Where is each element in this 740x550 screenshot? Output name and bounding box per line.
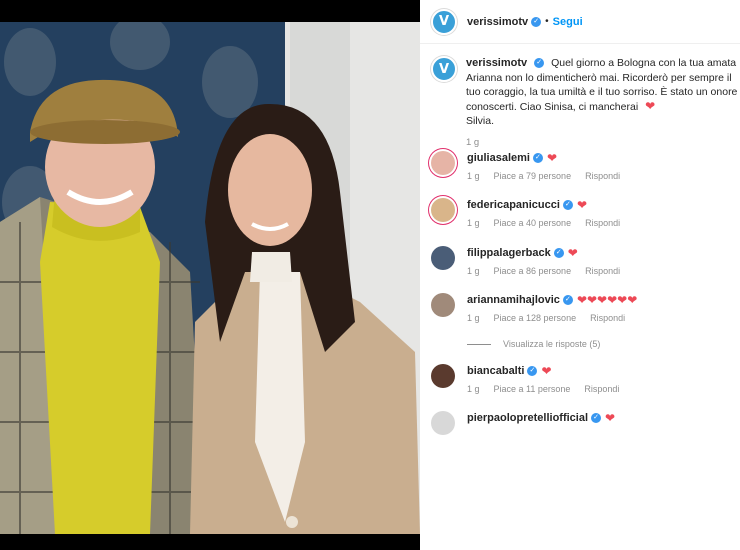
view-replies-link[interactable]: Visualizza le risposte (5) <box>467 339 600 349</box>
comment-username[interactable]: biancabalti <box>467 365 524 377</box>
comment-time[interactable]: 1 g <box>467 266 480 276</box>
post-photo[interactable] <box>0 22 420 534</box>
comment-likes[interactable]: Piace a 40 persone <box>494 218 572 228</box>
comment-time[interactable]: 1 g <box>467 171 480 181</box>
reply-button[interactable]: Rispondi <box>585 171 620 181</box>
comment-time[interactable]: 1 g <box>467 313 480 323</box>
comment-avatar[interactable] <box>431 246 455 270</box>
brand-logo-letter: V <box>438 61 450 77</box>
comment-avatar[interactable] <box>431 293 455 317</box>
heart-icon: ❤ <box>541 364 552 378</box>
comment-likes[interactable]: Piace a 11 persone <box>494 384 571 394</box>
verified-badge-icon: ✓ <box>562 200 573 210</box>
verified-badge-icon: ✓ <box>534 58 545 69</box>
comment-likes[interactable]: Piace a 128 persone <box>494 313 577 323</box>
verified-badge-icon: ✓ <box>531 16 542 27</box>
heart-icon: ❤ <box>546 151 558 165</box>
comment-likes[interactable]: Piace a 79 persone <box>494 171 572 181</box>
heart-icon: ❤ <box>576 198 587 212</box>
brand-logo-letter: V <box>438 14 450 29</box>
comment-username[interactable]: pierpaolopretelliofficial <box>467 412 588 424</box>
account-username[interactable]: verissimotv <box>467 16 528 28</box>
comment-username[interactable]: ariannamihajlovic <box>467 294 560 306</box>
caption-username[interactable]: verissimotv <box>466 57 527 69</box>
verified-badge-icon: ✓ <box>527 366 538 376</box>
verified-badge-icon: ✓ <box>553 248 564 258</box>
replies-divider <box>467 343 491 345</box>
comment-username[interactable]: giuliasalemi <box>467 152 530 164</box>
caption-avatar[interactable]: V <box>431 56 457 82</box>
verified-badge-icon: ✓ <box>591 413 602 423</box>
heart-icon: ❤ <box>567 246 578 260</box>
caption-text-block: verissimotv ✓ Quel giorno a Bologna con l… <box>466 56 740 129</box>
post-media-area <box>0 0 420 550</box>
comment-meta: 1 g Piace a 79 persone Rispondi <box>467 171 620 181</box>
reply-button[interactable]: Rispondi <box>584 384 619 394</box>
comment-meta: 1 g Piace a 128 persone Rispondi <box>467 313 637 323</box>
comment-item: filippalagerback ✓ ❤ 1 g Piace a 86 person… <box>431 246 740 276</box>
follow-button[interactable]: Segui <box>553 16 583 28</box>
caption-signature: Silvia. <box>466 115 495 127</box>
comment-avatar[interactable] <box>431 198 455 222</box>
comment-item: ariannamihajlovic ✓ ❤❤❤❤❤❤ 1 g Piace a 128… <box>431 293 740 323</box>
comment-item: pierpaolopretelliofficial ✓ ❤ <box>431 411 740 435</box>
verified-badge-icon: ✓ <box>532 153 543 163</box>
comment-item: federicapanicucci ✓ ❤ 1 g Piace a 40 perso… <box>431 198 740 228</box>
comment-item: giuliasalemi ✓ ❤ 1 g Piace a 79 persone Ri… <box>431 151 740 181</box>
comment-username[interactable]: federicapanicucci <box>467 199 560 211</box>
caption-time[interactable]: 1 g <box>466 137 740 148</box>
comment-item: biancabalti ✓ ❤ 1 g Piace a 11 persone Ris… <box>431 364 740 394</box>
comment-meta: 1 g Piace a 40 persone Rispondi <box>467 218 620 228</box>
heart-icon: ❤ <box>645 98 656 113</box>
view-replies-label: Visualizza le risposte (5) <box>503 339 601 349</box>
comment-likes[interactable]: Piace a 86 persone <box>494 266 572 276</box>
comment-avatar[interactable] <box>431 364 455 388</box>
comment-avatar[interactable] <box>431 151 455 175</box>
comment-meta: 1 g Piace a 11 persone Rispondi <box>467 384 619 394</box>
comment-time[interactable]: 1 g <box>467 384 480 394</box>
reply-button[interactable]: Rispondi <box>590 313 625 323</box>
post-caption: V verissimotv ✓ Quel giorno a Bologna con… <box>431 56 740 148</box>
reply-button[interactable]: Rispondi <box>585 218 620 228</box>
heart-icon: ❤ <box>605 411 616 425</box>
post-side-panel: V verissimotv ✓ • Segui V verissimotv ✓ Q… <box>420 0 740 550</box>
comment-avatar[interactable] <box>431 411 455 435</box>
verified-badge-icon: ✓ <box>562 295 573 305</box>
comment-meta: 1 g Piace a 86 persone Rispondi <box>467 266 620 276</box>
post-photo-illustration <box>0 22 420 534</box>
account-avatar[interactable]: V <box>431 8 457 35</box>
post-header: V verissimotv ✓ • Segui <box>420 0 740 44</box>
comment-username[interactable]: filippalagerback <box>467 247 551 259</box>
comment-time[interactable]: 1 g <box>467 218 480 228</box>
heart-icon: ❤❤❤❤❤❤ <box>576 293 638 307</box>
reply-button[interactable]: Rispondi <box>585 266 620 276</box>
separator-dot: • <box>545 16 549 27</box>
